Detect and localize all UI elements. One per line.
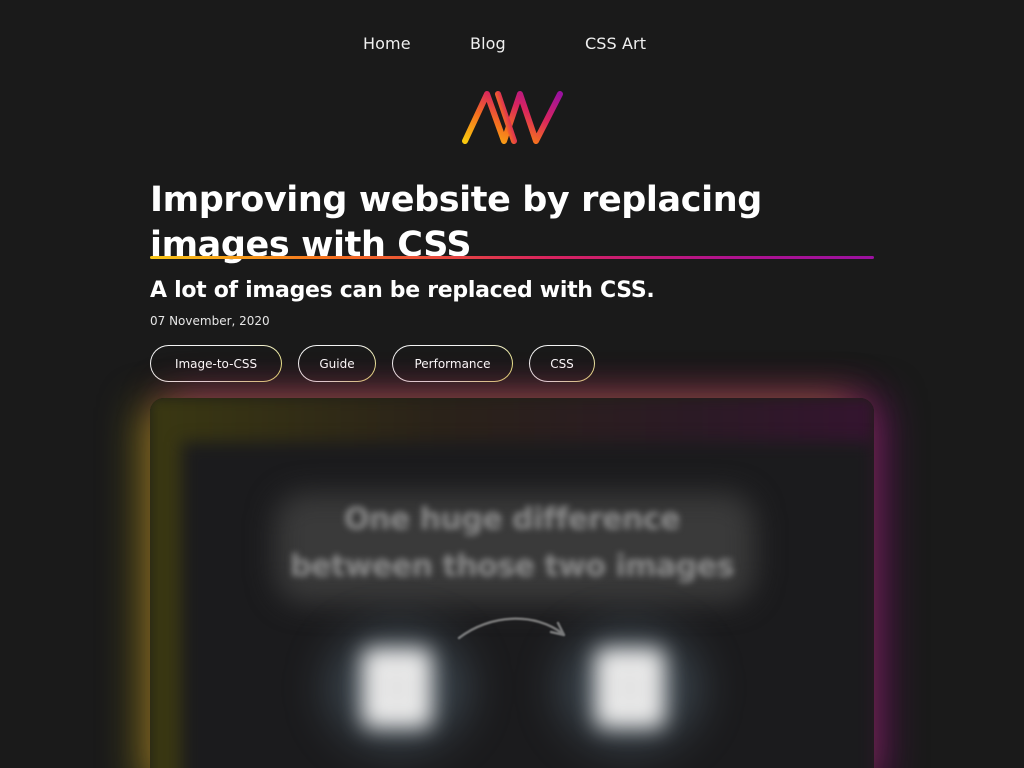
title-underline <box>150 256 874 259</box>
hero-caption-line-1: One huge difference <box>344 502 680 537</box>
nav-home-link[interactable]: Home <box>363 34 411 53</box>
nav-css-art-link[interactable]: CSS Art <box>585 34 646 53</box>
hero-card-left-number: 1 <box>387 670 407 706</box>
hero-inner-panel <box>182 442 874 768</box>
hero-card-right: 1 <box>595 648 665 728</box>
hero-caption-line-2: between those two images <box>290 549 734 584</box>
hero-card-right-number: 1 <box>620 670 640 706</box>
hero-card-left: 1 <box>362 648 432 728</box>
tag-guide[interactable]: Guide <box>298 345 376 382</box>
article-title: Improving website by replacing images wi… <box>150 180 762 265</box>
tag-performance[interactable]: Performance <box>392 345 513 382</box>
nav-blog-link[interactable]: Blog <box>470 34 506 53</box>
curved-arrow-icon <box>457 617 566 640</box>
article-subtitle: A lot of images can be replaced with CSS… <box>150 278 655 303</box>
page: Home Blog CSS Art Improving website by r… <box>0 0 1024 768</box>
article-date: 07 November, 2020 <box>150 314 270 328</box>
hero-image: One huge difference between those two im… <box>150 398 874 768</box>
top-nav: Home Blog CSS Art <box>0 34 1024 56</box>
tag-image-to-css[interactable]: Image-to-CSS <box>150 345 282 382</box>
aw-logo-icon[interactable] <box>460 88 564 148</box>
tag-css[interactable]: CSS <box>529 345 595 382</box>
